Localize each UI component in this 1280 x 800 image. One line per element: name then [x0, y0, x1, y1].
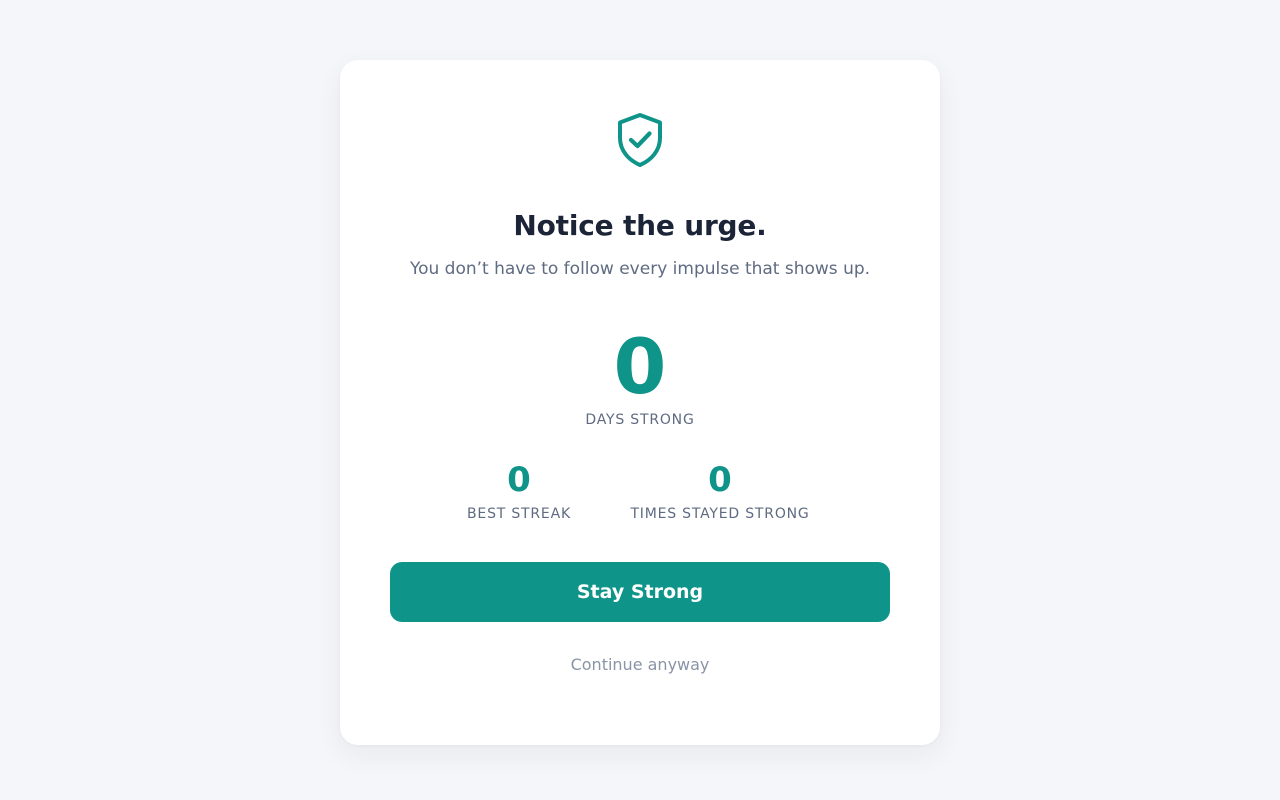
- shield-check-icon: [618, 113, 662, 167]
- times-stayed-strong-count: 0: [708, 460, 732, 500]
- days-strong-count: 0: [613, 322, 667, 411]
- best-streak-stat: 0 BEST STREAK: [450, 456, 588, 524]
- times-stayed-strong-stat: 0 TIMES STAYED STRONG: [620, 456, 820, 524]
- stay-strong-button[interactable]: Stay Strong: [390, 562, 890, 622]
- best-streak-count: 0: [507, 460, 531, 500]
- continue-anyway-link[interactable]: Continue anyway: [340, 653, 940, 677]
- page-subtitle: You don’t have to follow every impulse t…: [409, 259, 871, 279]
- days-strong-label: DAYS STRONG: [585, 412, 695, 428]
- best-streak-label: BEST STREAK: [467, 506, 571, 522]
- page-title: Notice the urge.: [513, 209, 767, 242]
- times-stayed-strong-label: TIMES STAYED STRONG: [630, 506, 810, 522]
- urge-card: Notice the urge. You don’t have to follo…: [340, 60, 940, 745]
